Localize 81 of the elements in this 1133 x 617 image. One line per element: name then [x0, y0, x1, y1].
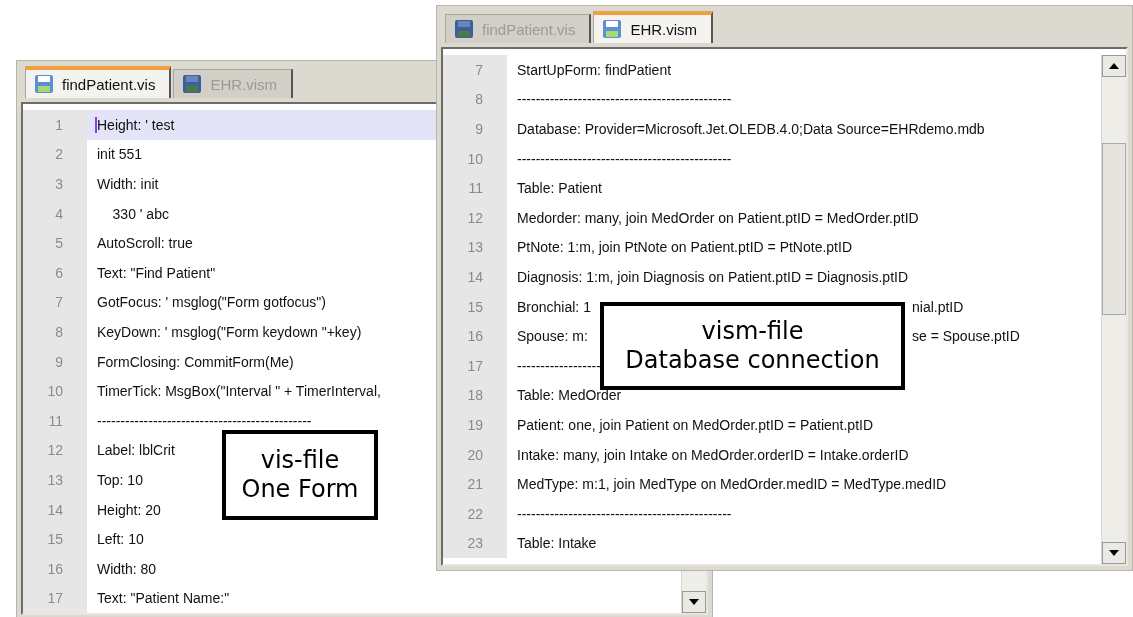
line-number: 11: [443, 173, 507, 203]
line-number: 19: [443, 410, 507, 440]
code-line: ----------------------------------------------: [96, 412, 312, 429]
line-number: 5: [23, 228, 87, 258]
line-number: 18: [443, 380, 507, 411]
code-line: FormClosing: CommitForm(Me): [96, 353, 294, 370]
scrollbar-thumb[interactable]: [1102, 143, 1126, 315]
code-line: MedType: m:1, join MedType on MedOrder.medID = MedType.medID: [516, 476, 947, 493]
line-number: 12: [443, 202, 507, 233]
line-number: 15: [23, 524, 87, 554]
line-number: 6: [23, 257, 87, 288]
line-number: 14: [23, 494, 87, 525]
code-line: Table: Intake: [516, 535, 597, 552]
code-line: Diagnosis: 1:m, join Diagnosis on Patient.ptID = Diagnosis.ptID: [516, 268, 909, 285]
line-number: 8: [23, 317, 87, 347]
code-line: Width: init: [96, 176, 159, 192]
line-number: 1: [23, 110, 87, 140]
code-line: Width: 80: [96, 560, 157, 577]
code-line: Table: Patient: [516, 180, 602, 197]
line-number: 15: [443, 291, 507, 322]
code-line: Text: "Patient Name:": [96, 590, 230, 607]
line-number: 8: [443, 84, 507, 115]
code-line: Table: MedOrder: [516, 387, 622, 404]
code-line: Intake: many, join Intake on MedOrder.orderID = Intake.orderID: [516, 446, 909, 463]
code-line: Bronchial: 1: [517, 298, 591, 315]
line-number: 9: [23, 346, 87, 377]
code-line: PtNote: 1:m, join PtNote on Patient.ptID = PtNote.ptID: [516, 239, 852, 256]
code-line: init 551: [96, 146, 143, 163]
code-line: Height: ' test: [95, 116, 175, 133]
file-tab[interactable]: EHR.vism: [593, 11, 714, 43]
code-line: ----------------------------------------------: [516, 505, 732, 522]
line-number: 20: [443, 439, 507, 470]
code-line: ------------------: [516, 357, 601, 374]
scroll-down-icon: [1109, 550, 1119, 556]
scroll-up-button[interactable]: [1102, 55, 1126, 77]
code-line: GotFocus: ' msglog("Form gotfocus"): [96, 294, 326, 311]
code-line: Medorder: many, join MedOrder on Patient.ptID = MedOrder.ptID: [516, 209, 919, 226]
line-number: 13: [23, 465, 87, 495]
code-line: Database: Provider=Microsoft.Jet.OLEDB.4.0;Data Source=EHRdemo.mdb: [516, 121, 985, 137]
line-number: 9: [443, 114, 507, 144]
code-line: Label: lblCrit: [96, 442, 175, 459]
line-number: 22: [443, 498, 507, 529]
scroll-down-icon: [689, 599, 699, 605]
code-line: ----------------------------------------------: [516, 150, 732, 167]
line-number: 12: [23, 435, 87, 466]
code-line: Top: 10: [96, 471, 143, 488]
callout-label: vism-file Database connection: [600, 302, 905, 390]
code-line: 330 ' abc: [111, 205, 169, 222]
line-number: 13: [443, 232, 507, 263]
line-number: 7: [23, 287, 87, 318]
file-tab[interactable]: findPatient.vis: [25, 66, 172, 98]
callout-label: vis-file One Form: [222, 430, 378, 520]
code-line: Spouse: m:: [517, 328, 588, 345]
scroll-up-icon: [1109, 63, 1119, 69]
line-number: 23: [443, 528, 507, 559]
line-number: 3: [23, 169, 87, 199]
line-number: 2: [23, 139, 87, 170]
code-line: StartUpForm: findPatient: [516, 61, 672, 78]
code-line: nial.ptID: [912, 298, 964, 315]
line-number: 10: [23, 376, 87, 406]
line-number: 16: [23, 553, 87, 584]
line-number: 16: [443, 321, 507, 351]
code-line: KeyDown: ' msglog("Form keydown "+key): [96, 323, 362, 340]
line-number: 17: [23, 583, 87, 613]
scroll-down-button[interactable]: [1102, 542, 1126, 564]
code-line: TimerTick: MsgBox("Interval " + TimerInterval,: [96, 383, 381, 400]
code-line: Patient: one, join Patient on MedOrder.ptID = Patient.ptID: [516, 416, 874, 433]
line-number: 7: [443, 55, 507, 85]
line-number: 11: [23, 405, 87, 436]
code-line: AutoScroll: true: [96, 235, 193, 252]
line-number: 14: [443, 262, 507, 292]
code-line: ----------------------------------------------: [516, 91, 732, 108]
line-number: 21: [443, 469, 507, 499]
line-number: 10: [443, 143, 507, 174]
code-line: se = Spouse.ptID: [912, 328, 1020, 345]
code-line: Height: 20: [96, 501, 161, 518]
line-number: 4: [23, 198, 87, 229]
code-line: Left: 10: [96, 531, 144, 548]
scroll-down-button[interactable]: [682, 591, 706, 613]
line-number: 17: [443, 350, 507, 381]
code-line: Text: "Find Patient": [96, 264, 216, 281]
